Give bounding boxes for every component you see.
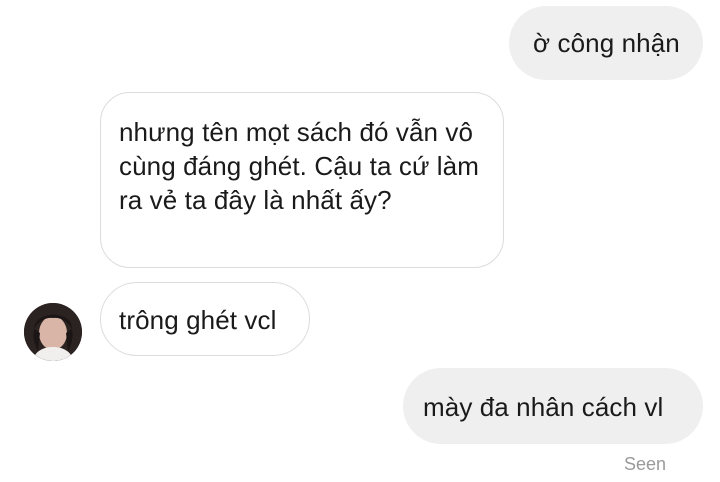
contact-avatar[interactable] <box>24 303 82 361</box>
message-text: ờ công nhận <box>533 28 680 58</box>
incoming-message-bubble[interactable]: trông ghét vcl <box>100 282 310 356</box>
message-text: mày đa nhân cách vl <box>423 392 664 422</box>
incoming-message-bubble[interactable]: nhưng tên mọt sách đó vẫn vô cùng đáng g… <box>100 92 504 268</box>
message-text: trông ghét vcl <box>119 305 277 335</box>
outgoing-message-bubble[interactable]: mày đa nhân cách vl <box>403 368 703 444</box>
outgoing-message-bubble[interactable]: ờ công nhận <box>509 6 703 80</box>
profile-photo-icon <box>24 303 82 361</box>
message-text: nhưng tên mọt sách đó vẫn vô cùng đáng g… <box>119 117 479 215</box>
chat-thread: ờ công nhận nhưng tên mọt sách đó vẫn vô… <box>0 0 720 482</box>
seen-status: Seen <box>623 454 666 474</box>
